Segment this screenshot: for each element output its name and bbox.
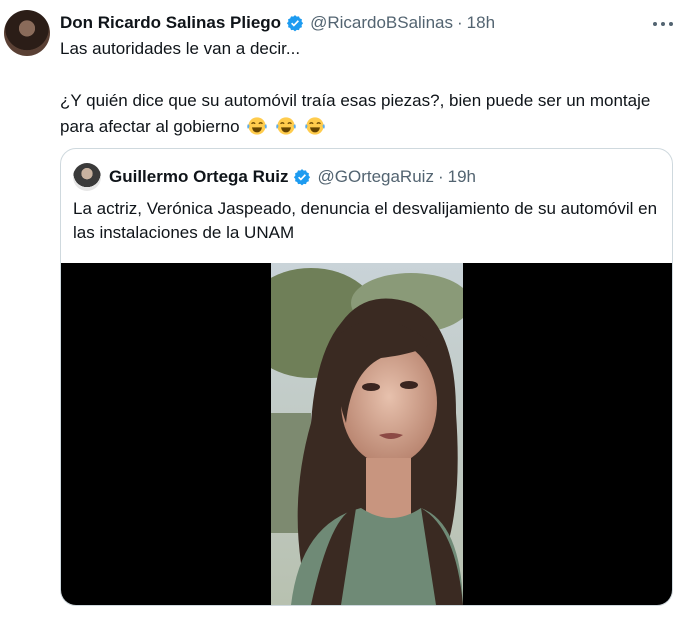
- more-options-icon[interactable]: [653, 14, 673, 34]
- author-handle[interactable]: @RicardoBSalinas: [310, 13, 453, 33]
- quoted-tweet[interactable]: Guillermo Ortega Ruiz @GOrtegaRuiz · 19h…: [60, 148, 673, 606]
- quoted-tweet-text: La actriz, Verónica Jaspeado, denuncia e…: [73, 199, 658, 242]
- verified-badge-icon: [286, 15, 304, 32]
- laughing-with-tears-emoji: [276, 117, 296, 135]
- video-thumbnail[interactable]: [271, 263, 463, 605]
- author-avatar[interactable]: [4, 10, 50, 56]
- tweet-line-1: Las autoridades le van a decir...: [60, 39, 301, 58]
- author-name[interactable]: Don Ricardo Salinas Pliego: [60, 13, 281, 33]
- quoted-tweet-header: Guillermo Ortega Ruiz @GOrtegaRuiz · 19h: [73, 163, 476, 191]
- tweet-line-2: ¿Y quién dice que su automóvil traía esa…: [60, 88, 660, 140]
- tweet-timestamp[interactable]: 18h: [467, 13, 495, 33]
- quoted-author-handle[interactable]: @GOrtegaRuiz: [317, 167, 433, 187]
- video-player[interactable]: [61, 263, 672, 605]
- laughing-with-tears-emoji: [247, 117, 268, 135]
- separator-dot: ·: [457, 13, 463, 32]
- verified-badge-icon: [294, 169, 311, 186]
- video-still-image: [271, 263, 463, 605]
- quoted-author-name[interactable]: Guillermo Ortega Ruiz: [109, 167, 288, 187]
- separator-dot: ·: [437, 167, 444, 186]
- tweet-header: Don Ricardo Salinas Pliego @RicardoBSali…: [60, 12, 673, 34]
- laughing-with-tears-emoji: [304, 117, 325, 135]
- tweet-text: Las autoridades le van a decir... ¿Y qui…: [60, 36, 660, 140]
- quoted-author-avatar[interactable]: [73, 163, 101, 191]
- quoted-timestamp[interactable]: 19h: [448, 167, 476, 187]
- tweet-line-2-text: ¿Y quién dice que su automóvil traía esa…: [60, 91, 651, 136]
